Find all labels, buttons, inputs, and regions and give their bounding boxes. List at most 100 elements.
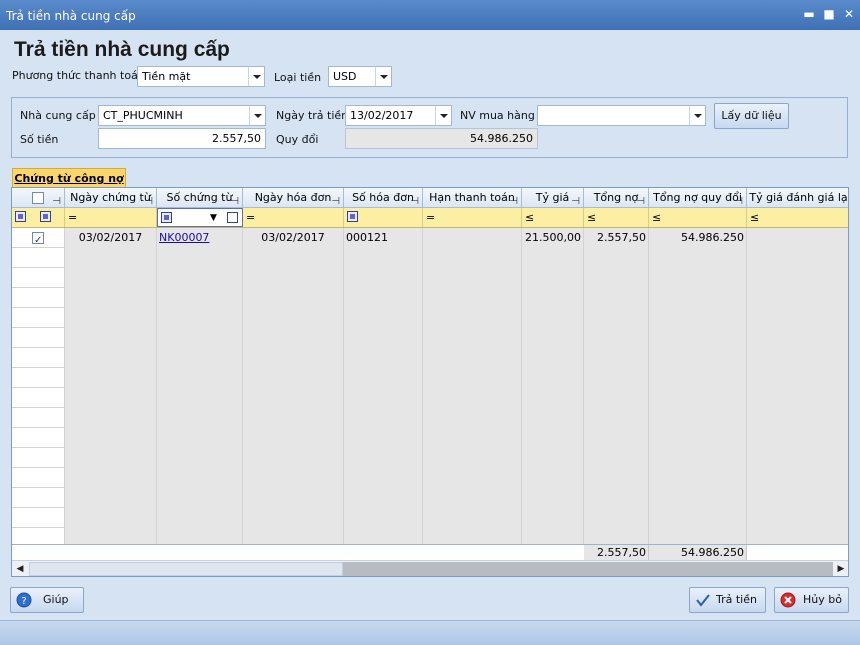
pin-icon[interactable]: ⊣	[734, 192, 743, 208]
chevron-down-icon[interactable]	[375, 67, 391, 86]
empty-cell	[584, 468, 649, 488]
supplier-select[interactable]: CT_PHUCMINH	[98, 105, 266, 126]
pin-icon[interactable]: ⊣	[410, 192, 419, 208]
cancel-button[interactable]: Hủy bỏ	[774, 587, 849, 613]
minimize-button[interactable]: ▬	[801, 6, 817, 22]
column-label: Hạn thanh toán	[429, 191, 515, 204]
buyer-select[interactable]	[537, 105, 706, 126]
filter-invoice-date[interactable]: =	[243, 208, 344, 227]
scroll-left-icon[interactable]: ◀	[12, 561, 28, 576]
pay-date-picker[interactable]: 13/02/2017	[345, 105, 452, 126]
empty-row	[12, 428, 848, 448]
chevron-down-icon[interactable]: ▼	[210, 209, 217, 228]
tab-debt-vouchers[interactable]: Chứng từ công nợ	[12, 168, 126, 188]
debt-vouchers-grid: ⊣ Ngày chứng từ ⊣ Số chứng từ ⊣ Ngày hóa đ…	[11, 187, 849, 577]
filter-icon[interactable]	[347, 211, 358, 222]
pin-icon[interactable]: ⊣	[571, 192, 580, 208]
header-rate[interactable]: Tỷ giá ⊣	[522, 188, 584, 208]
header-invoice-no[interactable]: Số hóa đơn ⊣	[344, 188, 423, 208]
footer-total-debt: 2.557,50	[584, 545, 649, 560]
filter-total-debt[interactable]: ≤	[584, 208, 649, 227]
scroll-right-icon[interactable]: ▶	[833, 561, 848, 576]
column-label: Ngày chứng từ	[70, 191, 151, 204]
empty-cell	[344, 428, 423, 448]
maximize-button[interactable]: ■	[821, 6, 837, 22]
row-select-cell[interactable]	[12, 228, 65, 248]
payment-method-select[interactable]: Tiền mặt	[137, 66, 265, 87]
empty-cell	[157, 428, 243, 448]
empty-cell	[649, 288, 747, 308]
horizontal-scrollbar[interactable]: ◀ ▶	[12, 560, 848, 576]
pin-icon[interactable]: ⊣	[509, 192, 518, 208]
empty-cell	[157, 408, 243, 428]
filter-icon[interactable]	[15, 211, 26, 222]
empty-cell	[649, 308, 747, 328]
cell-voucher-no[interactable]: NK00007	[157, 228, 243, 248]
grid-body: 03/02/2017 NK00007 03/02/2017 000121 21.…	[12, 228, 848, 548]
filter-select[interactable]	[12, 208, 65, 227]
header-voucher-date[interactable]: Ngày chứng từ ⊣	[65, 188, 157, 208]
filter-voucher-no[interactable]: ▼	[157, 208, 243, 227]
pay-button[interactable]: Trả tiền	[689, 587, 766, 613]
close-button[interactable]: ✕	[841, 6, 857, 22]
empty-cell	[649, 268, 747, 288]
header-total-debt[interactable]: Tổng nợ ⊣	[584, 188, 649, 208]
select-all-checkbox[interactable]	[32, 192, 44, 204]
scroll-thumb[interactable]	[343, 562, 833, 576]
filter-total-converted[interactable]: ≤	[649, 208, 747, 227]
filter-due-date[interactable]: =	[423, 208, 522, 227]
fetch-data-button[interactable]: Lấy dữ liệu	[714, 103, 789, 129]
chevron-down-icon[interactable]	[248, 67, 264, 86]
currency-select[interactable]: USD	[328, 66, 392, 87]
empty-cell	[423, 308, 522, 328]
cell-due-date	[423, 228, 522, 248]
empty-cell	[157, 288, 243, 308]
empty-cell	[243, 428, 344, 448]
pin-icon[interactable]: ⊣	[52, 192, 61, 208]
table-row[interactable]: 03/02/2017 NK00007 03/02/2017 000121 21.…	[12, 228, 848, 248]
chevron-down-icon[interactable]	[249, 106, 265, 125]
filter-voucher-date[interactable]: =	[65, 208, 157, 227]
filter-invoice-no[interactable]	[344, 208, 423, 227]
pin-icon[interactable]: ⊣	[331, 192, 340, 208]
empty-cell	[157, 328, 243, 348]
row-checkbox[interactable]	[32, 231, 44, 248]
help-button[interactable]: ? Giúp	[10, 587, 84, 613]
header-voucher-no[interactable]: Số chứng từ ⊣	[157, 188, 243, 208]
chevron-down-icon[interactable]	[435, 106, 451, 125]
pin-icon[interactable]: ⊣	[144, 192, 153, 208]
header-total-converted[interactable]: Tổng nợ quy đổi ⊣	[649, 188, 747, 208]
clear-filter-icon[interactable]	[227, 212, 238, 223]
amount-input[interactable]: 2.557,50	[98, 128, 266, 149]
chevron-down-icon[interactable]	[689, 106, 705, 125]
pin-icon[interactable]: ⊣	[636, 192, 645, 208]
payment-method-value: Tiền mặt	[142, 70, 191, 83]
scroll-track[interactable]	[29, 562, 343, 576]
filter-rate[interactable]: ≤	[522, 208, 584, 227]
empty-cell	[649, 428, 747, 448]
empty-cell	[423, 388, 522, 408]
filter-icon[interactable]	[40, 211, 51, 222]
filter-op: ≤	[750, 211, 760, 224]
filter-icon[interactable]	[161, 212, 172, 223]
empty-cell	[157, 508, 243, 528]
check-icon	[696, 594, 710, 607]
empty-cell	[344, 348, 423, 368]
status-bar	[0, 620, 860, 645]
header-due-date[interactable]: Hạn thanh toán ⊣	[423, 188, 522, 208]
empty-cell	[157, 308, 243, 328]
empty-cell	[649, 248, 747, 268]
filter-reval-rate[interactable]: ≤	[747, 208, 848, 227]
header-invoice-date[interactable]: Ngày hóa đơn ⊣	[243, 188, 344, 208]
empty-cell	[522, 268, 584, 288]
empty-cell	[65, 468, 157, 488]
header-reval-rate[interactable]: Tỷ giá đánh giá lạ	[747, 188, 848, 208]
empty-cell	[423, 288, 522, 308]
pin-icon[interactable]: ⊣	[230, 192, 239, 208]
empty-cell	[12, 468, 65, 488]
voucher-link[interactable]: NK00007	[159, 231, 209, 244]
empty-cell	[522, 368, 584, 388]
header-select-all[interactable]: ⊣	[12, 188, 65, 208]
pay-date-label: Ngày trả tiền	[276, 109, 349, 122]
supplier-value: CT_PHUCMINH	[103, 109, 183, 122]
